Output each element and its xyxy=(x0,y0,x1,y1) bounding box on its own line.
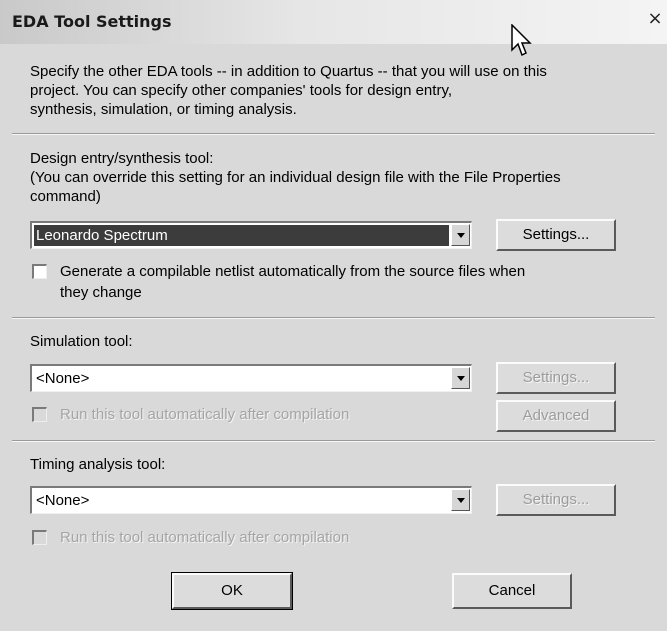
timing-label: Timing analysis tool: xyxy=(30,456,166,473)
timing-auto-run-checkbox[interactable] xyxy=(32,530,47,545)
chevron-down-icon[interactable] xyxy=(451,367,470,389)
ok-button[interactable]: OK xyxy=(171,572,293,610)
design-entry-note-2: command) xyxy=(30,188,101,205)
design-entry-label: Design entry/synthesis tool: xyxy=(30,150,214,167)
simulation-settings-button[interactable]: Settings... xyxy=(496,362,616,394)
chevron-down-icon[interactable] xyxy=(451,224,470,246)
design-entry-settings-button[interactable]: Settings... xyxy=(496,219,616,251)
chevron-down-icon[interactable] xyxy=(451,489,470,511)
eda-tool-settings-dialog: EDA Tool Settings × Specify the other ED… xyxy=(0,0,667,631)
cancel-button[interactable]: Cancel xyxy=(452,573,572,609)
divider xyxy=(12,317,655,319)
intro-line-3: synthesis, simulation, or timing analysi… xyxy=(30,101,297,118)
simulation-tool-value: <None> xyxy=(36,370,90,387)
intro-line-2: project. You can specify other companies… xyxy=(30,82,452,99)
design-entry-note-1: (You can override this setting for an in… xyxy=(30,169,561,186)
generate-netlist-checkbox[interactable] xyxy=(32,264,47,279)
design-entry-tool-select[interactable]: Leonardo Spectrum xyxy=(30,221,472,249)
simulation-tool-select[interactable]: <None> xyxy=(30,364,472,392)
divider xyxy=(12,440,655,442)
simulation-advanced-button[interactable]: Advanced xyxy=(496,400,616,432)
simulation-label: Simulation tool: xyxy=(30,333,133,350)
window-title: EDA Tool Settings xyxy=(12,12,172,31)
simulation-auto-run-label: Run this tool automatically after compil… xyxy=(60,406,350,423)
title-bar[interactable]: EDA Tool Settings × xyxy=(0,0,667,44)
close-icon[interactable]: × xyxy=(646,10,664,28)
timing-tool-select[interactable]: <None> xyxy=(30,486,472,514)
simulation-auto-run-checkbox[interactable] xyxy=(32,407,47,422)
timing-auto-run-label: Run this tool automatically after compil… xyxy=(60,529,350,546)
timing-settings-button[interactable]: Settings... xyxy=(496,484,616,516)
divider xyxy=(12,133,655,135)
generate-netlist-label-2: they change xyxy=(60,284,142,301)
design-entry-tool-value: Leonardo Spectrum xyxy=(34,225,449,246)
mouse-pointer-icon xyxy=(511,24,532,57)
timing-tool-value: <None> xyxy=(36,492,90,509)
generate-netlist-label-1: Generate a compilable netlist automatica… xyxy=(60,263,526,280)
intro-line-1: Specify the other EDA tools -- in additi… xyxy=(30,63,547,80)
